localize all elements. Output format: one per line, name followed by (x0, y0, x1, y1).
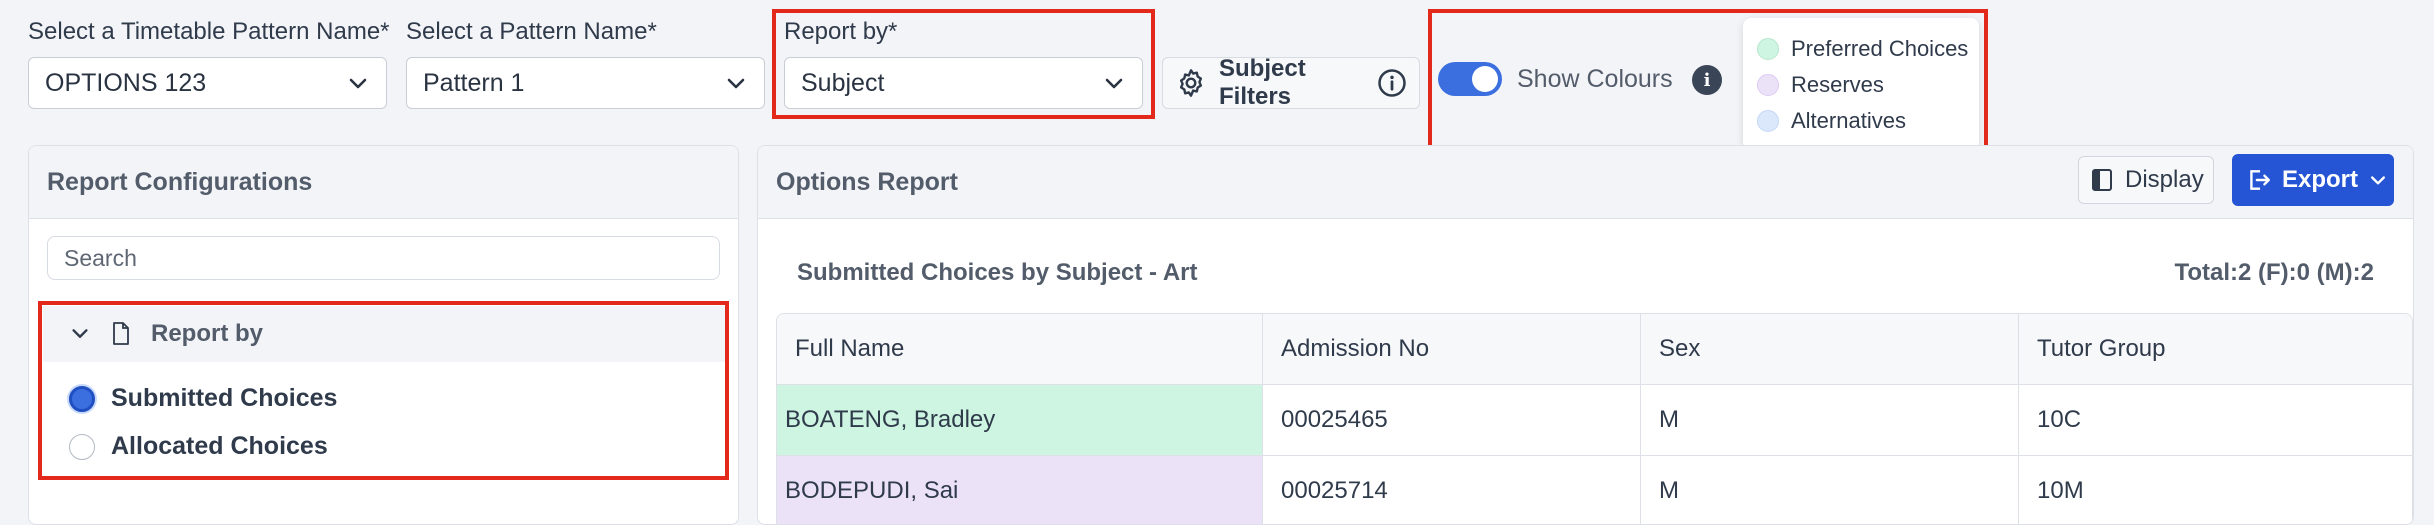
column-header[interactable]: Full Name (777, 314, 1263, 385)
export-icon (2250, 170, 2270, 190)
pattern-name-value: Pattern 1 (423, 68, 525, 97)
column-header[interactable]: Tutor Group (2019, 314, 2412, 385)
cell-tutor-group: 10M (2019, 456, 2412, 524)
export-label: Export (2282, 166, 2359, 193)
report-by-label: Report by* (784, 18, 898, 45)
report-by-options-highlight (38, 301, 729, 480)
legend-swatch (1757, 74, 1779, 96)
chevron-down-icon (1105, 78, 1123, 89)
subject-filters-label: Subject Filters (1219, 55, 1306, 110)
pattern-name-select[interactable]: Pattern 1 (406, 57, 765, 109)
legend-label: Alternatives (1791, 108, 1906, 133)
colour-legend-popover: Preferred Choices Reserves Alternatives (1743, 18, 1979, 150)
timetable-pattern-select[interactable]: OPTIONS 123 (28, 57, 387, 109)
gear-icon (1179, 69, 1203, 97)
cell-admission-no: 00025714 (1263, 456, 1641, 524)
report-total: Total:2 (F):0 (M):2 (2174, 259, 2374, 286)
cell-full-name: BOATENG, Bradley (777, 385, 1263, 456)
panel-title: Report Configurations (29, 146, 738, 219)
search-placeholder: Search (64, 244, 137, 271)
chevron-down-icon (2371, 176, 2386, 185)
chevron-down-icon (727, 78, 745, 89)
cell-tutor-group: 10C (2019, 385, 2412, 456)
legend-swatch (1757, 110, 1779, 132)
legend-item: Alternatives (1757, 108, 1906, 134)
display-button[interactable]: Display (2078, 156, 2214, 204)
cell-admission-no: 00025465 (1263, 385, 1641, 456)
columns-icon (2092, 169, 2112, 191)
column-header[interactable]: Sex (1641, 314, 2019, 385)
search-input[interactable]: Search (47, 236, 720, 280)
cell-sex: M (1641, 385, 2019, 456)
cell-sex: M (1641, 456, 2019, 524)
cell-full-name: BODEPUDI, Sai (777, 456, 1263, 524)
export-button[interactable]: Export (2232, 154, 2394, 206)
options-report-panel: Options Report Display Export Submitted … (757, 145, 2414, 525)
report-by-select[interactable]: Subject (784, 57, 1143, 109)
report-title: Options Report (776, 168, 958, 196)
info-icon[interactable]: i (1692, 65, 1722, 95)
legend-item: Reserves (1757, 72, 1884, 98)
legend-item: Preferred Choices (1757, 36, 1968, 62)
report-subtitle: Submitted Choices by Subject - Art (797, 259, 1198, 286)
report-table: Full Name Admission No Sex Tutor Group B… (776, 313, 2413, 524)
chevron-down-icon (349, 78, 367, 89)
report-header: Options Report Display Export (758, 146, 2413, 219)
display-label: Display (2125, 166, 2204, 193)
timetable-pattern-value: OPTIONS 123 (45, 68, 207, 97)
legend-label: Preferred Choices (1791, 36, 1969, 61)
toggle-knob (1472, 66, 1498, 92)
column-header[interactable]: Admission No (1263, 314, 1641, 385)
info-icon[interactable] (1377, 68, 1407, 98)
legend-swatch (1757, 38, 1779, 60)
legend-label: Reserves (1791, 72, 1884, 97)
subject-filters-button[interactable]: Subject Filters (1162, 55, 1420, 110)
timetable-pattern-label: Select a Timetable Pattern Name* (28, 18, 390, 45)
show-colours-label: Show Colours (1517, 65, 1673, 93)
show-colours-toggle[interactable] (1438, 62, 1502, 96)
pattern-name-label: Select a Pattern Name* (406, 18, 657, 45)
report-by-value: Subject (801, 68, 885, 97)
